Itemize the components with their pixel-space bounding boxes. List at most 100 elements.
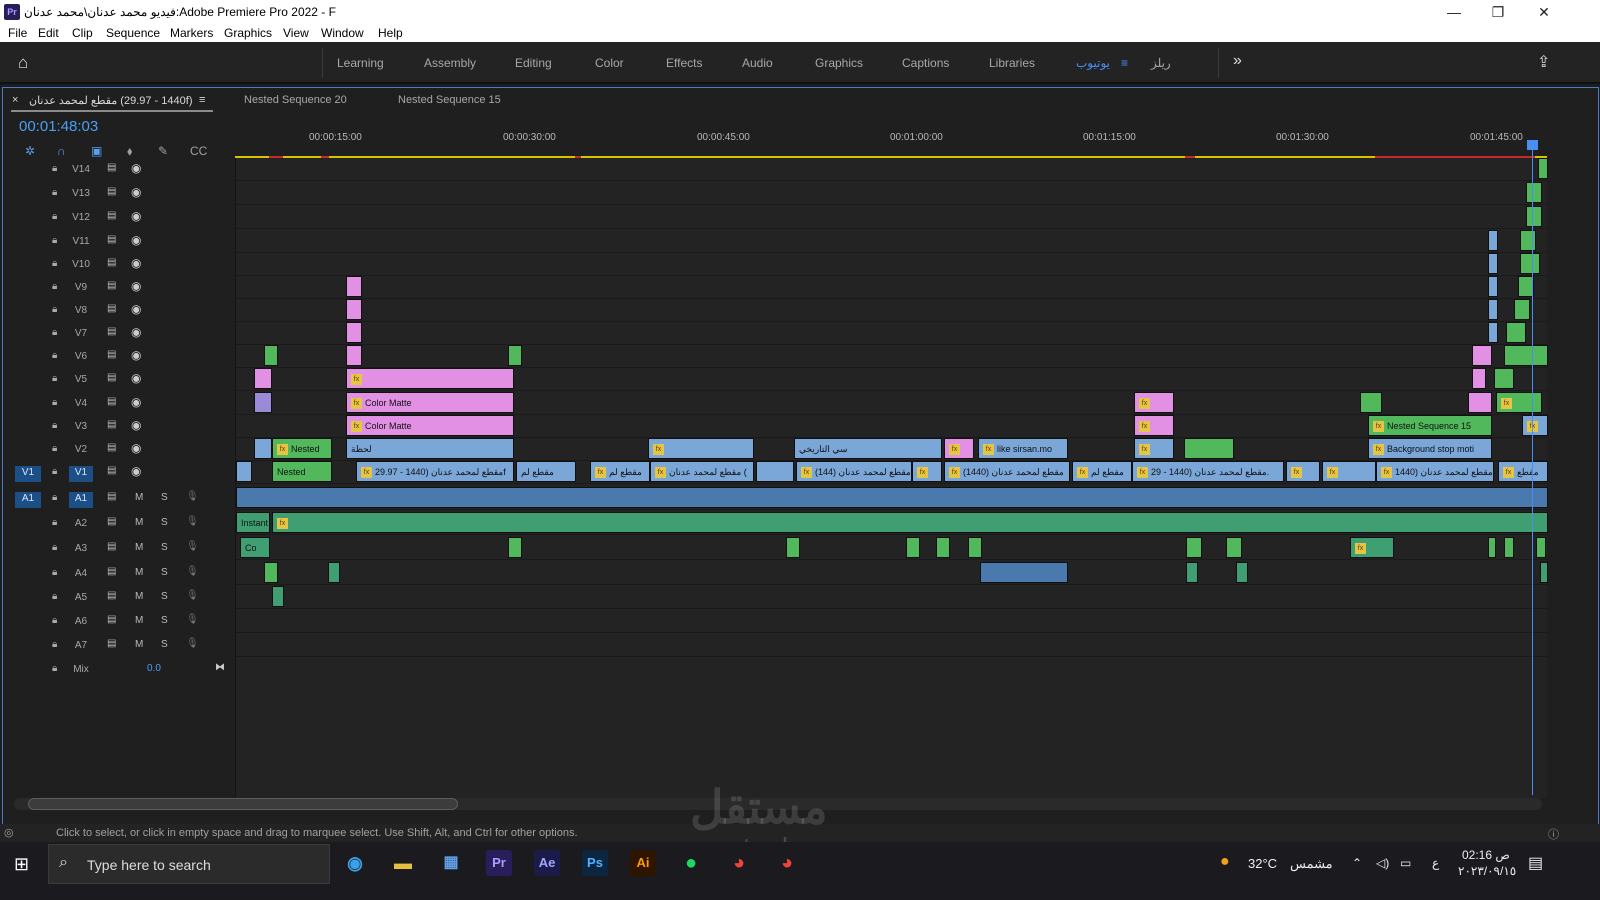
timeline-clip[interactable]: fx مقطع لم: [590, 461, 650, 482]
sync-lock-icon[interactable]: ▤: [107, 234, 116, 245]
sync-lock-icon[interactable]: ▤: [107, 442, 116, 453]
timeline-clip[interactable]: fx: [1522, 415, 1548, 436]
home-icon[interactable]: ⌂: [18, 54, 38, 72]
track-name[interactable]: V11: [69, 235, 93, 251]
eye-icon[interactable]: ◉: [131, 348, 141, 362]
timeline-clip[interactable]: [1488, 299, 1498, 320]
linked-selection-icon[interactable]: ▣: [91, 144, 102, 158]
timeline-clip[interactable]: [1184, 438, 1234, 459]
mute-button[interactable]: M: [135, 517, 143, 528]
timeline-clip[interactable]: fx مقطع لمحمد عدنان (1440 - 29.: [1132, 461, 1284, 482]
sync-lock-icon[interactable]: ▤: [107, 516, 116, 527]
photoshop-icon[interactable]: Ps: [582, 850, 608, 876]
timeline-clip[interactable]: [756, 461, 794, 482]
eye-icon[interactable]: ◉: [131, 464, 141, 478]
lock-icon[interactable]: 🔒︎: [52, 591, 57, 602]
timeline-clip[interactable]: [508, 537, 522, 558]
sync-lock-icon[interactable]: ▤: [107, 162, 116, 173]
lock-icon[interactable]: 🔒︎: [52, 420, 57, 431]
mic-icon[interactable]: 🎙︎: [186, 614, 199, 625]
edge-icon[interactable]: ◉: [342, 850, 368, 876]
menu-view[interactable]: View: [283, 26, 309, 40]
timeline-clip[interactable]: fx مقطع لمحمد عدنان (1440 - 29.97f: [356, 461, 514, 482]
timeline-clip[interactable]: [236, 487, 1548, 508]
timeline-clip[interactable]: [272, 586, 284, 607]
lock-icon[interactable]: 🔒︎: [52, 373, 57, 384]
spotify-icon[interactable]: ●: [678, 850, 704, 876]
close-sequence-icon[interactable]: ×: [12, 94, 18, 106]
sync-lock-icon[interactable]: ▤: [107, 372, 116, 383]
sync-lock-icon[interactable]: ▤: [107, 541, 116, 552]
timeline-clip[interactable]: fx مقطع لمحمد عدنان (144): [796, 461, 912, 482]
track-name[interactable]: A3: [69, 542, 93, 558]
timeline-clip[interactable]: [1186, 537, 1202, 558]
tab-nested-sequence-15[interactable]: Nested Sequence 15: [398, 94, 501, 106]
timeline-clip[interactable]: fx Color Matte: [346, 392, 514, 413]
timeline-clip[interactable]: fx مقطع: [1498, 461, 1548, 482]
premiere-taskbar-icon[interactable]: Pr: [486, 850, 512, 876]
timeline-clip[interactable]: fx: [1134, 415, 1174, 436]
tab-libraries[interactable]: Libraries: [989, 56, 1035, 70]
timeline-clip[interactable]: fx: [1286, 461, 1320, 482]
track-name[interactable]: V7: [69, 327, 93, 343]
timeline-clip[interactable]: [1488, 537, 1496, 558]
track-name[interactable]: V2: [69, 443, 93, 459]
tab-reels[interactable]: ريلز: [1151, 56, 1171, 70]
tab-audio[interactable]: Audio: [742, 56, 773, 70]
timeline-clip[interactable]: fx Color Matte: [346, 415, 514, 436]
video-lane[interactable]: [236, 276, 1548, 299]
track-name[interactable]: A5: [69, 591, 93, 607]
eye-icon[interactable]: ◉: [131, 209, 141, 223]
captions-icon[interactable]: CC: [190, 144, 207, 158]
timeline-clip[interactable]: [346, 276, 362, 297]
tab-captions[interactable]: Captions: [902, 56, 949, 70]
timeline-clip[interactable]: fx: [1134, 392, 1174, 413]
menu-markers[interactable]: Markers: [170, 26, 213, 40]
lock-icon[interactable]: 🔒︎: [52, 211, 57, 222]
track-name[interactable]: V4: [69, 397, 93, 413]
solo-button[interactable]: S: [161, 615, 168, 626]
timeline-clip[interactable]: [264, 345, 278, 366]
timeline-clip[interactable]: [254, 438, 272, 459]
timeline-clip[interactable]: fx: [912, 461, 942, 482]
audio-lane[interactable]: [236, 562, 1548, 585]
timeline-clip[interactable]: Co: [240, 537, 270, 558]
timeline-clip[interactable]: [1526, 182, 1542, 203]
language-indicator[interactable]: ع: [1432, 856, 1439, 870]
info-icon[interactable]: ⓘ: [1548, 826, 1559, 842]
track-name[interactable]: A2: [69, 517, 93, 533]
timeline-clip[interactable]: [786, 537, 800, 558]
timeline-clip[interactable]: fx Background stop moti: [1368, 438, 1492, 459]
eye-icon[interactable]: ◉: [131, 161, 141, 175]
timeline-clip[interactable]: [1540, 562, 1548, 583]
lock-icon[interactable]: 🔒︎: [52, 304, 57, 315]
timeline-clip[interactable]: لحظة: [346, 438, 514, 459]
playhead-line[interactable]: [1532, 145, 1533, 795]
timeline-clip[interactable]: fx: [1496, 392, 1542, 413]
timeline-clip[interactable]: [1538, 158, 1548, 179]
lock-icon[interactable]: 🔒︎: [52, 639, 57, 650]
timeline-clip[interactable]: [346, 345, 362, 366]
mute-button[interactable]: M: [135, 567, 143, 578]
tab-color[interactable]: Color: [595, 56, 624, 70]
scrollbar-thumb[interactable]: [28, 798, 458, 810]
timeline-clip[interactable]: [508, 345, 522, 366]
file-explorer-icon[interactable]: ▬: [390, 850, 416, 876]
insert-nest-icon[interactable]: ✲: [25, 144, 35, 158]
tab-editing[interactable]: Editing: [515, 56, 552, 70]
timeline-clip[interactable]: fx مقطع لمحمد عدنان (1440: [1376, 461, 1494, 482]
timeline-clip[interactable]: fx like sirsan.mo: [978, 438, 1068, 459]
lock-icon[interactable]: 🔒︎: [52, 187, 57, 198]
tab-sequence-main[interactable]: مقطع لمحمد عدنان (1440 - 29.97f): [29, 94, 193, 107]
eye-icon[interactable]: ◉: [131, 441, 141, 455]
lock-icon[interactable]: 🔒︎: [52, 492, 57, 503]
sync-lock-icon[interactable]: ▤: [107, 396, 116, 407]
sync-lock-icon[interactable]: ▤: [107, 303, 116, 314]
lock-icon[interactable]: 🔒︎: [52, 615, 57, 626]
timeline-clip[interactable]: fx Nested: [272, 438, 332, 459]
lock-icon[interactable]: 🔒︎: [52, 235, 57, 246]
timeline-clip[interactable]: [1536, 537, 1546, 558]
timeline-clip[interactable]: [1488, 276, 1498, 297]
timeline-clip[interactable]: [980, 562, 1068, 583]
track-name[interactable]: V12: [69, 211, 93, 227]
